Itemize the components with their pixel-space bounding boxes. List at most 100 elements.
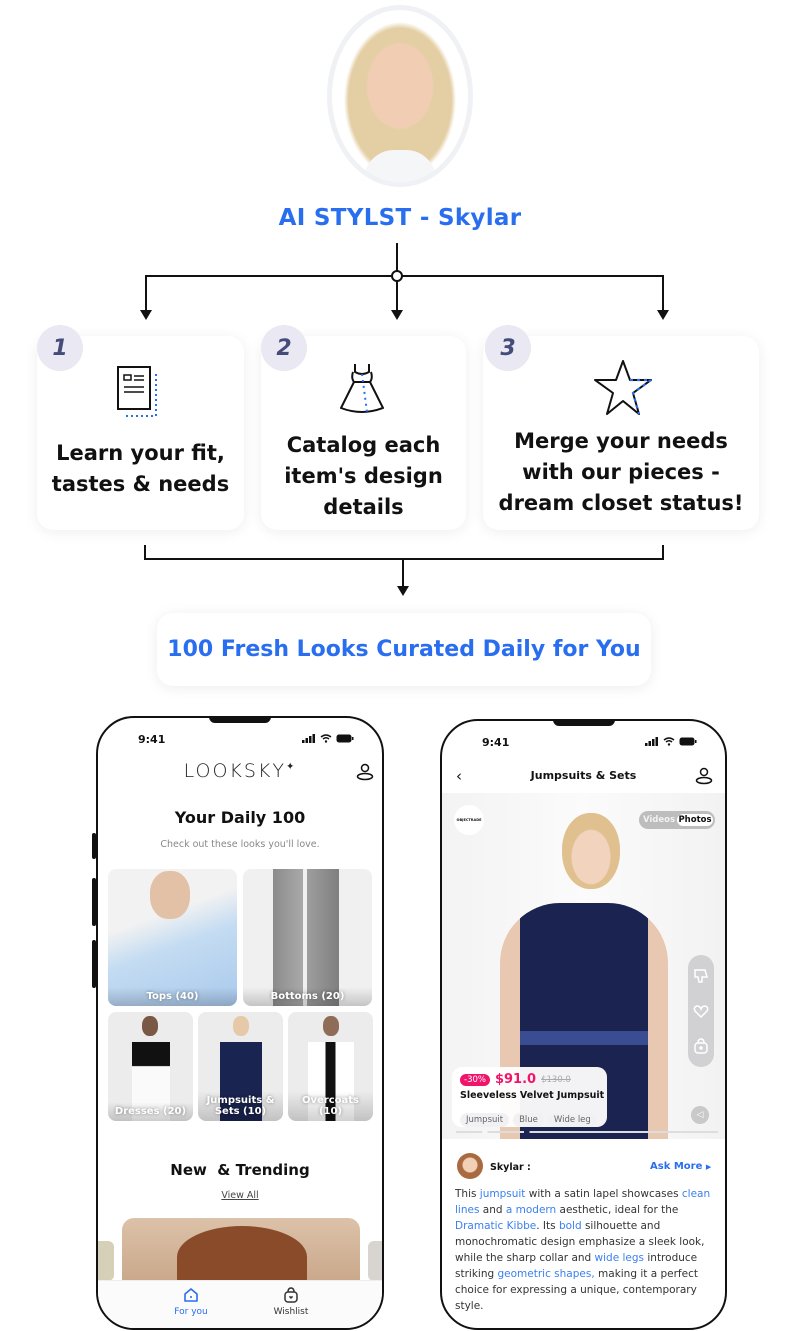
category-tile-jumpsuits[interactable]: Jumpsuits & Sets (10)	[198, 1012, 283, 1121]
highlighted-keyword: wide legs	[594, 1252, 645, 1264]
ask-more-label: Ask More	[650, 1161, 703, 1172]
step-3-line-3: dream closet status!	[498, 491, 744, 515]
daily-title: Your Daily 100	[174, 808, 306, 827]
category-label: Bottoms (20)	[243, 987, 372, 1006]
category-tile-tops[interactable]: Tops (40)	[108, 869, 237, 1006]
tab-label: Wishlist	[273, 1307, 309, 1317]
home-icon	[184, 1288, 198, 1302]
step-3-line-1: Merge your needs	[514, 429, 728, 453]
category-label: Jumpsuits & Sets (10)	[198, 1091, 283, 1121]
battery-icon	[336, 734, 354, 743]
description-text: This	[455, 1188, 480, 1200]
signal-icon	[302, 734, 315, 743]
page-title: Jumpsuits & Sets	[530, 769, 637, 782]
model-image	[150, 871, 190, 919]
status-time: 9:41	[482, 736, 510, 749]
model-image	[233, 1016, 249, 1036]
toggle-videos[interactable]: Videos	[641, 815, 677, 825]
connector-branch	[145, 275, 664, 312]
model-head	[562, 813, 620, 889]
highlighted-keyword: geometric shapes,	[497, 1268, 595, 1280]
highlighted-keyword: Dramatic Kibbe	[455, 1220, 537, 1232]
add-to-bag-icon[interactable]	[692, 1037, 710, 1055]
bag-heart-icon	[284, 1287, 298, 1303]
status-icons	[645, 737, 697, 746]
media-progress	[456, 1131, 718, 1133]
trending-image	[177, 1226, 307, 1288]
carousel-next-item[interactable]	[368, 1241, 382, 1281]
tag-chip[interactable]: Wide leg	[547, 1113, 597, 1127]
media-toggle[interactable]: Videos Photos	[639, 811, 715, 829]
trousers-leg	[307, 869, 339, 1006]
step-number-2: 2	[261, 325, 307, 371]
arrow-3	[657, 310, 669, 320]
sale-price: $91.0	[494, 1072, 537, 1087]
phone-notch	[209, 718, 271, 723]
category-tile-dresses[interactable]: Dresses (20)	[108, 1012, 193, 1121]
highlighted-keyword: jumpsuit	[479, 1188, 526, 1200]
description-text: and	[479, 1204, 506, 1216]
model-image	[323, 1016, 339, 1036]
daily-subtitle: Check out these looks you'll love.	[160, 839, 320, 850]
wifi-icon	[320, 734, 332, 743]
step-card-3: Merge your needs with our pieces - dream…	[483, 336, 759, 530]
junction-node	[391, 270, 403, 282]
product-tags: Jumpsuit Blue Wide leg	[460, 1107, 601, 1127]
star-icon	[594, 360, 655, 415]
satin-belt	[520, 1031, 648, 1045]
status-icons	[302, 734, 354, 743]
original-price: $130.0	[541, 1074, 571, 1085]
wifi-icon	[663, 737, 675, 746]
toggle-photos[interactable]: Photos	[677, 814, 713, 826]
category-tile-bottoms[interactable]: Bottoms (20)	[243, 869, 372, 1006]
ask-more-button[interactable]: Ask More ▶	[650, 1161, 711, 1172]
trousers-leg	[273, 869, 303, 1006]
carousel-prev-item[interactable]	[98, 1241, 114, 1281]
product-card[interactable]: -30% $91.0 $130.0 Sleeveless Velvet Jump…	[452, 1067, 607, 1127]
step-number-3: 3	[485, 325, 531, 371]
step-1-line-1: Learn your fit,	[56, 441, 225, 465]
tag-chip[interactable]: Blue	[513, 1113, 544, 1127]
tab-label: For you	[174, 1307, 208, 1317]
highlighted-keyword: a modern	[505, 1204, 557, 1216]
tab-wishlist[interactable]: Wishlist	[264, 1287, 318, 1317]
brand-badge[interactable]: OBJECTRADE	[454, 805, 484, 835]
document-profile-icon	[117, 366, 157, 417]
description-text: . Its	[536, 1220, 559, 1232]
step-2-line-2: item's design	[284, 464, 443, 488]
arrow-2	[391, 310, 403, 320]
step-2-line-1: Catalog each	[286, 433, 441, 457]
stylist-mini-avatar	[457, 1153, 483, 1179]
tab-for-you[interactable]: For you	[164, 1287, 218, 1317]
step-1-line-2: tastes & needs	[51, 472, 230, 496]
model-image	[142, 1016, 158, 1036]
stylist-label: Skylar :	[490, 1162, 531, 1173]
bottom-tab-bar: For you Wishlist	[98, 1280, 382, 1328]
sparkle-icon: ✦	[286, 761, 297, 773]
profile-icon[interactable]	[356, 763, 374, 781]
step-2-line-3: details	[323, 495, 404, 519]
trending-title: New & Trending	[170, 1161, 310, 1179]
highlighted-keyword: bold	[558, 1220, 582, 1232]
category-tile-overcoats[interactable]: Overcoats (10)	[288, 1012, 373, 1121]
tag-chip[interactable]: Jumpsuit	[460, 1113, 510, 1127]
trending-card[interactable]	[122, 1218, 360, 1288]
view-all-link[interactable]: View All	[98, 1190, 382, 1201]
status-time: 9:41	[138, 733, 166, 746]
merge-connector	[144, 545, 664, 560]
phone-left: 9:41 LOOKSKY✦ Your Daily 100 Check out t…	[96, 716, 384, 1330]
step-number-1: 1	[37, 325, 83, 371]
description-text: with a satin lapel showcases	[525, 1188, 682, 1200]
brand-logo: LOOKSKY✦	[98, 760, 382, 782]
signal-icon	[645, 737, 658, 746]
stylist-description: This jumpsuit with a satin lapel showcas…	[455, 1186, 717, 1314]
category-label: Dresses (20)	[108, 1102, 193, 1121]
play-arrow-icon: ▶	[705, 1163, 712, 1171]
sound-toggle-icon[interactable]: ◁	[691, 1106, 709, 1124]
battery-icon	[679, 737, 697, 746]
product-name: Sleeveless Velvet Jumpsuit	[460, 1090, 605, 1101]
heart-icon[interactable]	[692, 1002, 710, 1020]
dislike-icon[interactable]	[692, 967, 710, 985]
profile-icon[interactable]	[695, 767, 713, 785]
price-row: -30% $91.0 $130.0	[460, 1072, 571, 1087]
